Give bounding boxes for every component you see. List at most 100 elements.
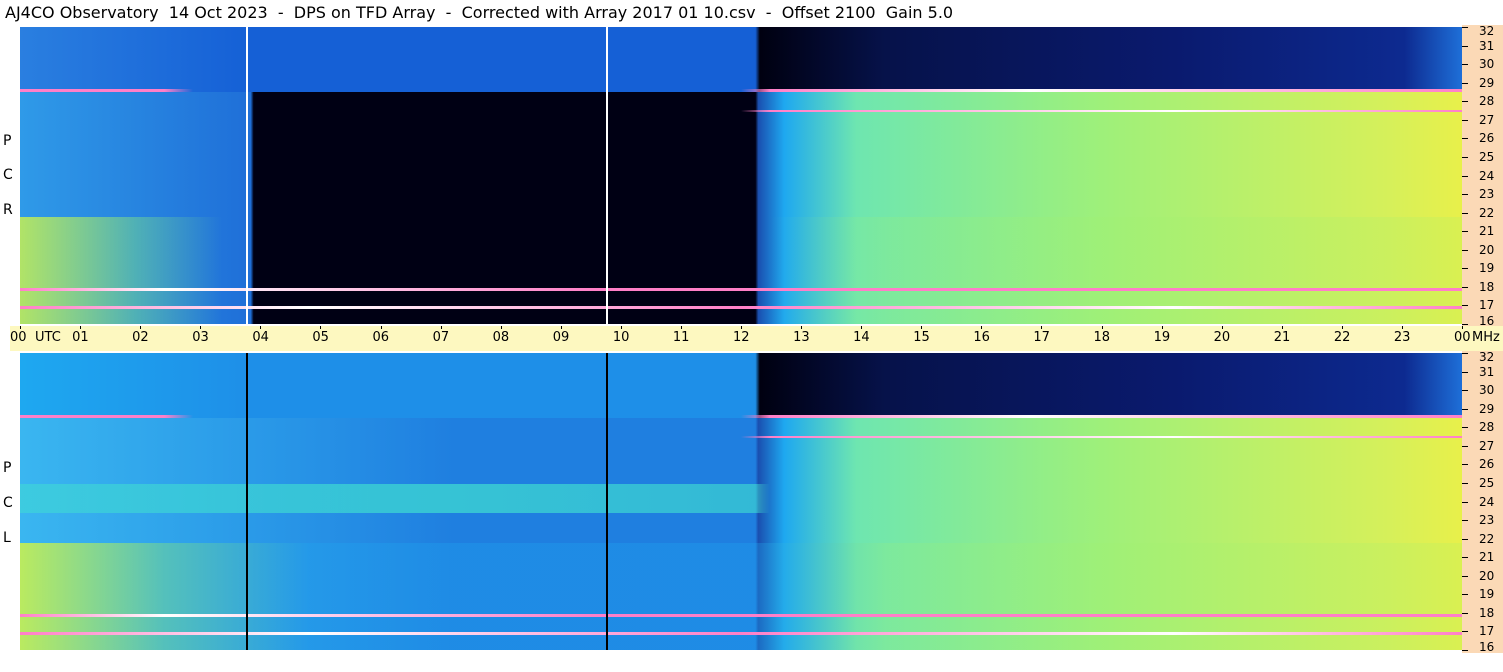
lcp-freq-label: 19	[1479, 587, 1495, 602]
lcp-upper-dark	[20, 353, 1462, 419]
lcp-hot-line	[20, 415, 1462, 419]
rcp-freq-label: 29	[1479, 75, 1495, 90]
lcp-freq-tick	[1462, 631, 1468, 633]
lcp-freq-tick	[1462, 557, 1468, 559]
hour-tick	[1462, 326, 1463, 329]
rcp-freq-tick	[1462, 249, 1468, 251]
time-label: 08	[492, 330, 510, 345]
time-label: 04	[252, 330, 269, 345]
rcp-freq-tick	[1462, 82, 1468, 84]
lcp-freq-tick	[1462, 464, 1468, 466]
rcp-freq-label: 21	[1479, 224, 1495, 239]
rcp-freq-tick	[1462, 45, 1468, 47]
hour-tick	[921, 326, 923, 329]
hour-tick	[1221, 326, 1223, 329]
lcp-freq-label: 28	[1479, 420, 1495, 435]
time-label: 15	[913, 330, 930, 345]
time-label: 10	[612, 330, 630, 345]
rcp-freq-label: 31	[1479, 38, 1495, 53]
rcp-freq-tick	[1462, 175, 1468, 177]
rcp-freq-label: 25	[1479, 149, 1495, 164]
rcp-freq-label: 19	[1479, 261, 1495, 276]
rcp-hot-line	[20, 110, 1462, 113]
rcp-freq-label: 22	[1479, 205, 1495, 220]
time-label: 19	[1153, 330, 1171, 345]
hour-tick	[1041, 326, 1043, 329]
lcp-freq-tick	[1462, 427, 1468, 429]
hour-tick	[320, 326, 322, 329]
hour-tick	[620, 326, 622, 329]
rcp-freq-label: 27	[1479, 112, 1495, 127]
hour-tick	[380, 326, 382, 329]
rcp-freq-tick	[1462, 194, 1468, 196]
lcp-freq-label: 31	[1479, 364, 1495, 379]
hour-tick	[560, 326, 562, 329]
lcp-freq-tick	[1462, 575, 1468, 577]
time-label: 06	[372, 330, 390, 345]
hour-tick	[20, 326, 21, 329]
time-axis: 00 UTC 01 02 03 04 05 06 07 08 09 10 11 12 13 14 15 16 17 1…	[10, 326, 1503, 351]
time-label: 22	[1333, 330, 1351, 345]
lcp-freq-label: 20	[1479, 568, 1495, 583]
lcp-freq-tick	[1462, 650, 1468, 651]
time-label: 17	[1033, 330, 1050, 345]
rcp-freq-label: 30	[1479, 57, 1495, 72]
hour-tick	[861, 326, 863, 329]
lcp-freq-label: 27	[1479, 438, 1495, 453]
lcp-freq-tick	[1462, 594, 1468, 596]
time-label: MHz	[1472, 330, 1500, 345]
lcp-freq-label: 29	[1479, 401, 1495, 416]
time-label: 00	[10, 330, 27, 345]
rcp-letter-p: P	[3, 133, 12, 149]
lcp-freq-label: 23	[1479, 513, 1495, 528]
hour-tick	[260, 326, 262, 329]
lcp-freq-tick	[1462, 408, 1468, 410]
rcp-marker-line	[606, 27, 608, 324]
hour-tick	[741, 326, 742, 329]
rcp-freq-tick	[1462, 101, 1468, 103]
time-label: 07	[432, 330, 450, 345]
rcp-hot-line	[20, 89, 1462, 93]
lcp-freq-label: 30	[1479, 383, 1495, 398]
rcp-frequency-axis: 32 31 30 29 28 27 26 25 24 23 22 21 20 19 18 17 16	[1462, 25, 1503, 327]
time-label: 21	[1273, 330, 1291, 345]
time-label: 16	[973, 330, 990, 345]
lcp-spectrogram	[20, 353, 1462, 650]
lcp-freq-tick	[1462, 501, 1468, 503]
lcp-freq-label: 25	[1479, 475, 1495, 490]
rcp-hot-line	[20, 288, 1462, 292]
rcp-freq-label: 28	[1479, 94, 1495, 109]
hour-tick	[500, 326, 502, 329]
time-label: 05	[312, 330, 329, 345]
lcp-hot-line	[20, 436, 1462, 439]
lcp-freq-label: 22	[1479, 531, 1495, 546]
lcp-freq-tick	[1462, 353, 1468, 354]
hour-tick	[1341, 326, 1343, 329]
hour-tick	[440, 326, 442, 329]
rcp-freq-tick	[1462, 268, 1468, 270]
time-label: 11	[672, 330, 690, 345]
time-label: 14	[853, 330, 870, 345]
time-label: 02	[132, 330, 149, 345]
lcp-freq-tick	[1462, 482, 1468, 484]
rcp-freq-label: 24	[1479, 168, 1495, 183]
rcp-freq-tick	[1462, 138, 1468, 140]
hour-tick	[140, 326, 142, 329]
rcp-freq-tick	[1462, 119, 1468, 121]
hour-tick	[80, 326, 82, 329]
lcp-freq-tick	[1462, 371, 1468, 373]
lcp-frequency-axis: 32 31 30 29 28 27 26 25 24 23 22 21 20 19 18 17 16	[1462, 351, 1503, 653]
rcp-marker-line	[246, 27, 248, 324]
lcp-hot-line	[20, 614, 1462, 618]
rcp-freq-label: 20	[1479, 242, 1495, 257]
lcp-letter-p: P	[3, 460, 12, 476]
rcp-freq-tick	[1462, 212, 1468, 214]
lcp-letter-l: L	[3, 530, 11, 546]
rcp-freq-tick	[1462, 27, 1468, 28]
rcp-freq-tick	[1462, 156, 1468, 158]
time-label: 20	[1213, 330, 1231, 345]
rcp-upper-dark	[20, 27, 1462, 93]
rcp-freq-label: 32	[1479, 24, 1495, 38]
time-label: 13	[793, 330, 810, 345]
time-label: 12	[733, 330, 750, 345]
